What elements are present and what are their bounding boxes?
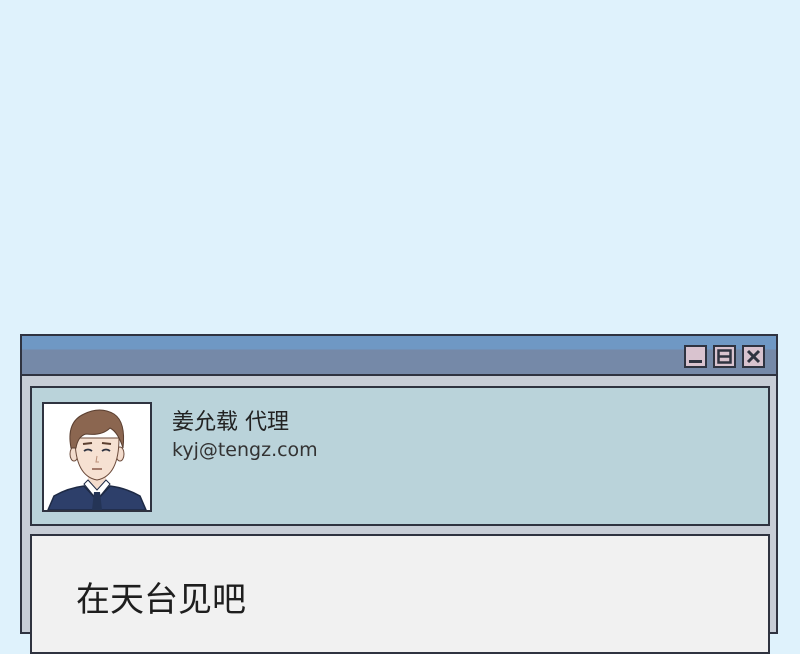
avatar[interactable] (42, 402, 152, 512)
sender-email[interactable]: kyj@tengz.com (172, 439, 318, 461)
sender-header: 姜允载 代理 kyj@tengz.com (30, 386, 770, 526)
avatar-portrait (44, 404, 150, 510)
message-text: 在天台见吧 (76, 580, 246, 620)
minimize-icon (688, 349, 703, 364)
sender-name: 姜允载 代理 (172, 410, 289, 435)
close-button[interactable] (742, 345, 765, 368)
maximize-button[interactable] (713, 345, 736, 368)
maximize-icon (717, 349, 732, 364)
minimize-button[interactable] (684, 345, 707, 368)
message-window: 姜允载 代理 kyj@tengz.com 在天台见吧 (20, 334, 778, 654)
message-body: 在天台见吧 (30, 534, 770, 654)
title-bar[interactable] (22, 336, 776, 376)
close-icon (746, 349, 761, 364)
